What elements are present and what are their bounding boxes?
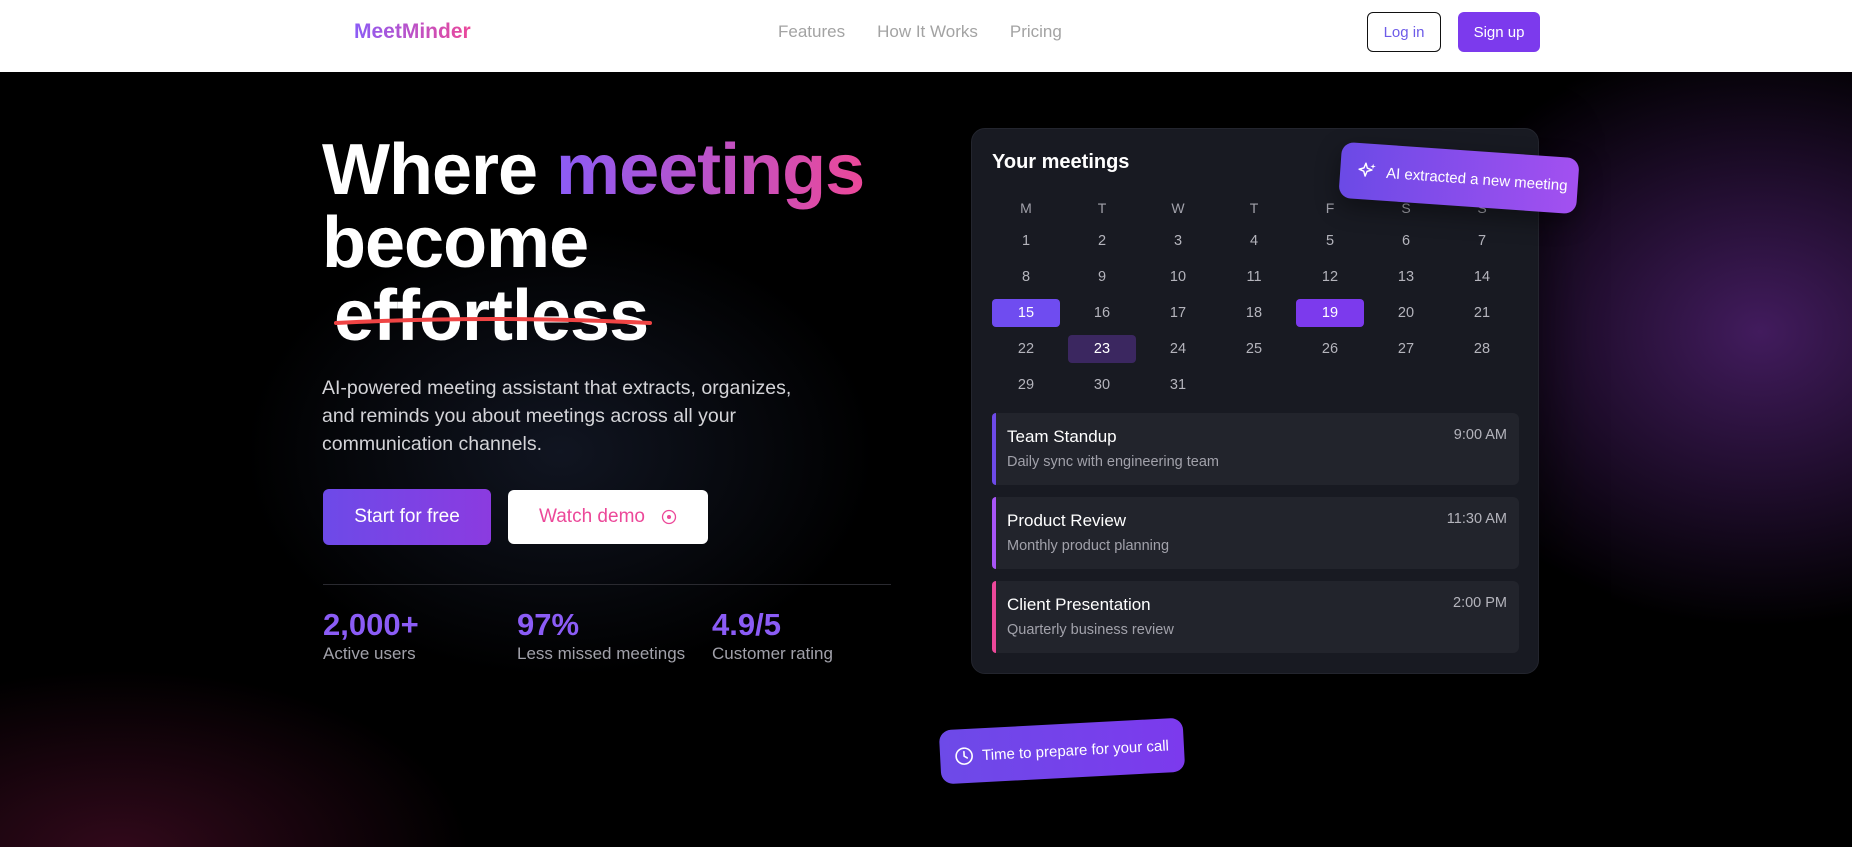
calendar-day[interactable]: 7 [1448, 227, 1516, 255]
calendar-day[interactable]: 8 [992, 263, 1060, 291]
meeting-item[interactable]: Client Presentation Quarterly business r… [992, 581, 1519, 653]
reminder-toast-text: Time to prepare for your call [981, 736, 1170, 764]
meeting-time: 9:00 AM [1453, 427, 1507, 443]
meetings-card: Your meetings M T W T F S S 1 2 3 4 5 6 7 8 9 10 1… [971, 128, 1539, 674]
calendar-day[interactable]: 3 [1144, 227, 1212, 255]
weekday-label: M [1020, 200, 1032, 216]
weekday-label: W [1171, 200, 1185, 216]
calendar-day[interactable]: 17 [1144, 299, 1212, 327]
calendar-day[interactable]: 26 [1296, 335, 1364, 363]
weekday-label: T [1097, 200, 1107, 216]
card-title: Your meetings [992, 151, 1130, 173]
meeting-item[interactable]: Team Standup Daily sync with engineering… [992, 413, 1519, 485]
stat-value: 4.9/5 [712, 607, 781, 642]
calendar-day[interactable]: 27 [1372, 335, 1440, 363]
headline-meetings: meetings [556, 130, 865, 210]
stat-label: Less missed meetings [517, 644, 686, 663]
login-button[interactable]: Log in [1367, 12, 1441, 52]
sparkle-icon [1358, 162, 1376, 177]
weekday-label: F [1325, 200, 1335, 216]
calendar-day[interactable]: 31 [1144, 371, 1212, 399]
calendar-day [1220, 371, 1288, 399]
nav-links: Features How It Works Pricing [778, 22, 1062, 42]
calendar-day[interactable]: 12 [1296, 263, 1364, 291]
calendar-day[interactable]: 4 [1220, 227, 1288, 255]
strike-underline [334, 317, 652, 325]
stat-value: 2,000+ [323, 607, 419, 642]
headline-become: become [322, 203, 589, 283]
weekday-label: T [1249, 200, 1259, 216]
stat-missed-meetings: 97% Less missed meetings [517, 607, 685, 664]
calendar-day[interactable]: 11 [1220, 263, 1288, 291]
calendar-week-row: 1234567 [992, 227, 1520, 255]
calendar-day [1372, 371, 1440, 399]
calendar-day[interactable]: 23 [1068, 335, 1136, 363]
watch-demo-label: Watch demo [539, 506, 645, 527]
calendar-day[interactable]: 14 [1448, 263, 1516, 291]
meeting-time: 11:30 AM [1446, 511, 1507, 527]
calendar-day[interactable]: 15 [992, 299, 1060, 327]
stat-label: Active users [323, 644, 416, 663]
meeting-title: Client Presentation [1007, 595, 1151, 614]
meeting-desc: Monthly product planning [1007, 538, 1170, 554]
calendar-week-row: 29 30 31 [992, 371, 1520, 399]
calendar-day [1448, 371, 1516, 399]
calendar-day[interactable]: 18 [1220, 299, 1288, 327]
meeting-item[interactable]: Product Review Monthly product planning … [992, 497, 1519, 569]
calendar-day[interactable]: 20 [1372, 299, 1440, 327]
meeting-color-bar [992, 413, 996, 485]
brand-logo[interactable]: MeetMinder [354, 20, 471, 44]
calendar-day[interactable]: 10 [1144, 263, 1212, 291]
headline-effortless-wrap: effortless [322, 280, 652, 353]
meeting-color-bar [992, 581, 996, 653]
calendar-day[interactable]: 19 [1296, 299, 1364, 327]
watch-demo-button[interactable]: Watch demo [508, 490, 708, 544]
calendar-day [1296, 371, 1364, 399]
meeting-color-bar [992, 497, 996, 569]
hero-subtext: AI-powered meeting assistant that extrac… [322, 377, 792, 455]
calendar-week-row: 8 9 10 11 12 13 14 [992, 263, 1520, 291]
start-free-button[interactable]: Start for free [323, 489, 491, 545]
clock-icon [955, 747, 973, 765]
meeting-time: 2:00 PM [1453, 595, 1507, 611]
calendar-day[interactable]: 16 [1068, 299, 1136, 327]
meeting-desc: Daily sync with engineering team [1007, 454, 1219, 470]
headline-where: Where [322, 130, 557, 210]
nav-link-how-it-works[interactable]: How It Works [877, 22, 978, 42]
stat-active-users: 2,000+ Active users [323, 607, 419, 664]
meeting-title: Team Standup [1007, 427, 1117, 446]
meeting-desc: Quarterly business review [1007, 622, 1174, 638]
calendar-day[interactable]: 22 [992, 335, 1060, 363]
calendar-day[interactable]: 25 [1220, 335, 1288, 363]
stat-customer-rating: 4.9/5 Customer rating [712, 607, 833, 664]
calendar-day[interactable]: 29 [992, 371, 1060, 399]
nav-link-features[interactable]: Features [778, 22, 845, 42]
calendar-week-row: 15 16 17 18 19 20 21 [992, 299, 1520, 327]
ai-toast-text: AI extracted a new meeting [1385, 164, 1569, 195]
calendar-day[interactable]: 6 [1372, 227, 1440, 255]
calendar-day[interactable]: 24 [1144, 335, 1212, 363]
calendar-day[interactable]: 5 [1296, 227, 1364, 255]
nav-link-pricing[interactable]: Pricing [1010, 22, 1062, 42]
stats-divider [323, 584, 891, 585]
calendar-day[interactable]: 1 [992, 227, 1060, 255]
signup-button[interactable]: Sign up [1458, 12, 1540, 52]
play-circle-icon [661, 509, 677, 525]
top-nav: MeetMinder Features How It Works Pricing… [0, 0, 1852, 72]
calendar-day[interactable]: 9 [1068, 263, 1136, 291]
calendar-day[interactable]: 2 [1068, 227, 1136, 255]
calendar-day[interactable]: 13 [1372, 263, 1440, 291]
calendar-week-row: 22 23 24 25 26 27 28 [992, 335, 1520, 363]
hero-headline: Where meetings become effortless [322, 134, 865, 353]
meeting-title: Product Review [1007, 511, 1127, 530]
calendar-day[interactable]: 30 [1068, 371, 1136, 399]
stat-value: 97% [517, 607, 580, 642]
calendar-day[interactable]: 21 [1448, 299, 1516, 327]
stat-label: Customer rating [712, 644, 833, 663]
calendar-day[interactable]: 28 [1448, 335, 1516, 363]
